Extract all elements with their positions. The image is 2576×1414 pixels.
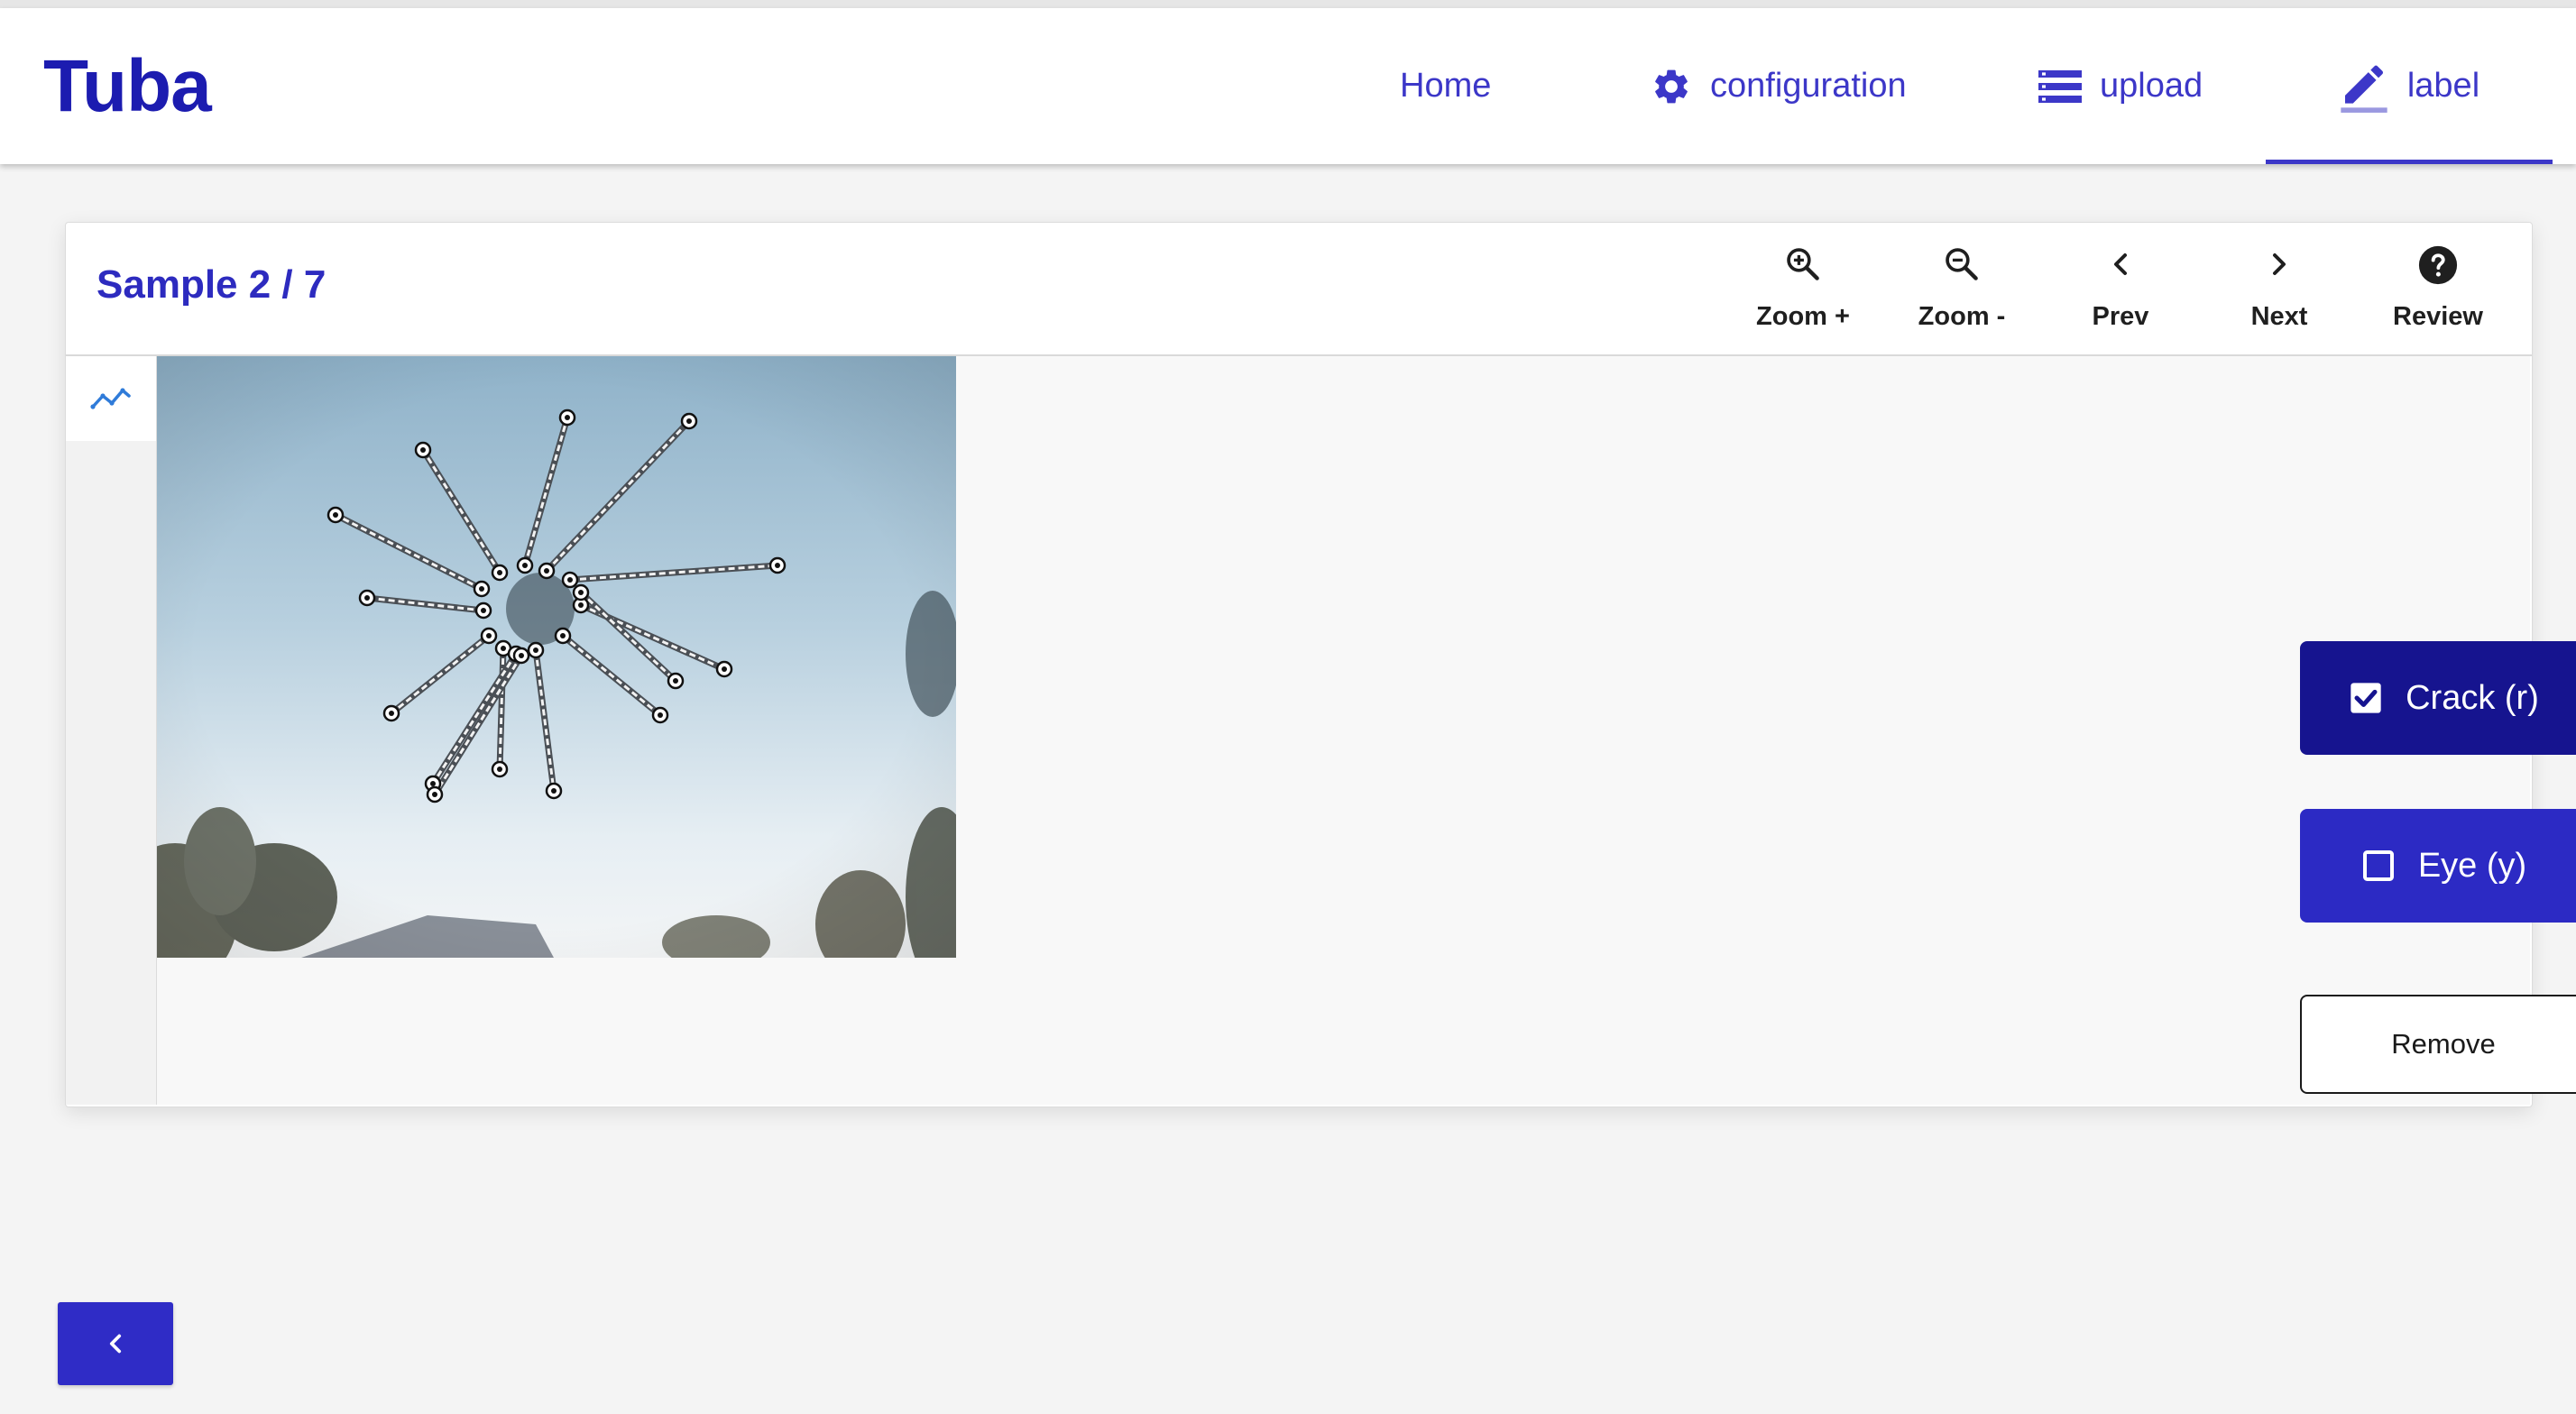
next-label: Next [2250,302,2308,331]
prev-button[interactable]: Prev [2041,223,2200,354]
card-header: Sample 2 / 7 Zoom + Zoom - Prev Next Rev… [66,223,2532,356]
nav-label[interactable]: label [2266,8,2553,164]
checkbox-unchecked-icon [2362,850,2394,881]
active-tab-indicator [2266,160,2553,164]
crack-vertex-dot [364,595,370,601]
chevron-right-icon [2273,253,2286,275]
zoom-in-button[interactable]: Zoom + [1724,223,1882,354]
nav-upload-label: upload [2100,67,2203,105]
zoom-out-button[interactable]: Zoom - [1882,223,2041,354]
zoom-out-icon [1946,248,1978,280]
crack-vertex-dot [560,633,566,638]
crack-vertex-dot [519,653,524,658]
crack-vertex-dot [686,418,692,424]
zoom-in-label: Zoom + [1756,302,1850,331]
annotation-canvas[interactable]: Crack (r) Eye (y) Remove [157,356,2576,1105]
nav-label-label: label [2406,67,2480,105]
crack-vertex-dot [567,577,573,583]
nav-upload[interactable]: upload [2038,8,2203,164]
chevron-left-icon [109,1334,122,1354]
window-top-border [0,0,2576,8]
help-circle-icon [2418,245,2458,285]
list-icon [2038,69,2082,103]
crack-label-button[interactable]: Crack (r) [2300,641,2576,755]
crack-vertex-dot [578,602,584,608]
crack-vertex-dot [420,447,426,453]
crack-vertex-dot [389,711,394,716]
prev-label: Prev [2092,302,2149,331]
crack-vertex-dot [565,415,570,420]
crack-vertex-dot [486,633,492,638]
review-button[interactable]: Review [2359,223,2517,354]
sample-counter: Sample 2 / 7 [97,262,327,307]
zoom-out-label: Zoom - [1918,302,2006,331]
crack-vertex-dot [481,608,486,613]
next-button[interactable]: Next [2200,223,2359,354]
crack-vertex-dot [775,563,780,568]
polyline-tool-button[interactable] [66,356,156,441]
sample-image[interactable] [157,356,956,958]
brand-logo[interactable]: Tuba [43,44,212,129]
app-bar: Tuba Home configuration upload label [0,8,2576,164]
eye-label-button[interactable]: Eye (y) [2300,809,2576,923]
zoom-in-icon [1787,248,1819,280]
crack-vertex-dot [522,563,528,568]
crack-vertex-dot [673,678,678,684]
crack-vertex-dot [578,590,584,595]
crack-vertex-dot [544,568,549,574]
nav-home-label: Home [1400,67,1492,105]
nav-home[interactable]: Home [1400,8,1491,164]
crack-vertex-dot [432,792,437,797]
labeling-card: Sample 2 / 7 Zoom + Zoom - Prev Next Rev… [65,222,2576,1107]
crack-vertex-dot [501,646,506,651]
crack-vertex-dot [533,647,538,653]
chevron-left-icon [2114,253,2127,275]
remove-button[interactable]: Remove [2300,995,2576,1094]
gear-icon [1655,69,1688,103]
remove-label: Remove [2391,1028,2496,1060]
crack-vertex-dot [658,712,663,718]
nav-configuration[interactable]: configuration [1651,8,1907,164]
back-button[interactable] [58,1302,173,1385]
pencil-icon [2341,65,2387,113]
crack-label-text: Crack (r) [2406,678,2539,717]
crack-vertex-dot [479,586,484,592]
crack-vertex-dot [722,666,727,672]
polyline-icon [90,388,131,409]
crack-vertex-dot [551,788,557,794]
crack-vertex-dot [430,781,436,786]
review-label: Review [2393,302,2483,331]
nav-configuration-label: configuration [1710,67,1907,105]
tool-sidebar [66,356,157,1105]
eye-label-text: Eye (y) [2417,846,2527,885]
checkbox-checked-icon [2351,683,2381,713]
crack-vertex-dot [497,570,502,575]
crack-vertex-dot [333,512,338,518]
crack-vertex-dot [497,767,502,772]
